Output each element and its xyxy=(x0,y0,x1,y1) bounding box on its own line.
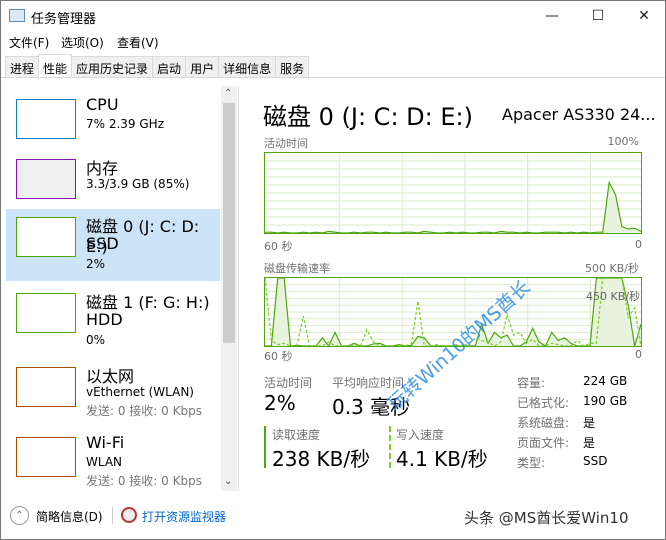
scroll-down-icon[interactable]: ⌄ xyxy=(224,476,232,487)
sidebar-item-name: 内存 xyxy=(86,159,119,178)
scroll-up-icon[interactable]: ⌃ xyxy=(224,88,232,99)
tab-users[interactable]: 用户 xyxy=(185,56,220,78)
graph2-label: 磁盘传输速率 xyxy=(264,262,330,275)
read-speed-label: 读取速度 xyxy=(272,428,321,442)
tab-processes[interactable]: 进程 xyxy=(5,56,40,78)
chevron-up-icon[interactable]: ⌃ xyxy=(10,506,29,525)
read-speed-value: 238 KB/秒 xyxy=(272,447,371,471)
sidebar-item-detail: 0% xyxy=(86,333,106,347)
write-speed-label: 写入速度 xyxy=(396,428,445,442)
property-label: 页面文件: xyxy=(517,436,570,450)
sidebar-thumbnail xyxy=(16,99,76,139)
tab-app-history[interactable]: 应用历史记录 xyxy=(71,56,154,78)
property-value: 是 xyxy=(583,416,596,430)
graph2-right-label: 0 xyxy=(635,348,642,361)
resource-monitor-icon xyxy=(121,507,137,523)
sidebar-item-detail: 发送: 0 接收: 0 Kbps xyxy=(86,474,202,488)
footer-divider xyxy=(112,507,113,524)
scroll-thumb[interactable] xyxy=(223,103,235,343)
window-title: 任务管理器 xyxy=(31,12,97,27)
sidebar-thumbnail xyxy=(16,217,76,257)
property-label: 已格式化: xyxy=(517,396,570,410)
close-button[interactable]: ✕ xyxy=(621,1,666,31)
graph1-label: 活动时间 xyxy=(264,137,308,150)
sidebar-item-detail: 发送: 0 接收: 0 Kbps xyxy=(86,404,202,418)
active-time-label: 活动时间 xyxy=(264,376,313,390)
sidebar-item[interactable]: 磁盘 1 (F: G: H:) HDD 0% xyxy=(6,285,220,357)
graph1-right-label: 0 xyxy=(635,238,642,251)
sidebar-item-sub: vEthernet (WLAN) xyxy=(86,385,194,399)
sidebar-item-sub: 7% 2.39 GHz xyxy=(86,117,165,131)
activity-graph xyxy=(264,152,642,234)
sidebar-thumbnail xyxy=(16,437,76,477)
active-time-value: 2% xyxy=(264,391,296,415)
sidebar-item-sub: WLAN xyxy=(86,455,123,469)
property-value: SSD xyxy=(583,454,608,468)
tab-services[interactable]: 服务 xyxy=(275,56,310,78)
disk-title: 磁盘 0 (J: C: D: E:) xyxy=(263,103,473,131)
sidebar-thumbnail xyxy=(16,367,76,407)
watermark-corner: 头条 @MS酋长爱Win10 xyxy=(464,509,629,527)
minimize-button[interactable]: — xyxy=(529,1,575,31)
fewer-details-button[interactable]: 简略信息(D) xyxy=(36,508,103,525)
property-label: 系统磁盘: xyxy=(517,416,570,430)
sidebar-item[interactable]: Wi-Fi WLAN 发送: 0 接收: 0 Kbps xyxy=(6,429,220,501)
tab-startup[interactable]: 启动 xyxy=(152,56,187,78)
graph1-left-label: 60 秒 xyxy=(264,240,293,253)
property-label: 容量: xyxy=(517,376,546,390)
menu-file[interactable]: 文件(F) xyxy=(9,34,49,51)
app-icon xyxy=(9,9,25,22)
sidebar-item-sub: SSD xyxy=(86,234,119,253)
sidebar-item[interactable]: 以太网 vEthernet (WLAN) 发送: 0 接收: 0 Kbps xyxy=(6,359,220,431)
menu-options[interactable]: 选项(O) xyxy=(61,34,104,51)
property-value: 190 GB xyxy=(583,394,628,408)
sidebar-item-name: Wi-Fi xyxy=(86,433,125,452)
sidebar-thumbnail xyxy=(16,159,76,199)
sidebar-item-sub: HDD xyxy=(86,310,123,329)
write-indicator xyxy=(389,426,391,468)
pane-divider xyxy=(238,86,239,491)
sidebar-thumbnail xyxy=(16,293,76,333)
sidebar-item-sub: 3.3/3.9 GB (85%) xyxy=(86,177,190,191)
property-label: 类型: xyxy=(517,456,546,470)
disk-model: Apacer AS330 24... xyxy=(502,105,656,124)
property-value: 是 xyxy=(583,436,596,450)
tab-details[interactable]: 详细信息 xyxy=(218,56,277,78)
write-speed-value: 4.1 KB/秒 xyxy=(396,447,488,471)
menu-view[interactable]: 查看(V) xyxy=(117,34,159,51)
sidebar-item-name: 以太网 xyxy=(86,367,135,386)
tab-divider xyxy=(1,77,665,78)
tab-bar: 进程 性能 应用历史记录 启动 用户 详细信息 服务 xyxy=(5,54,310,78)
sidebar-item-detail: 2% xyxy=(86,257,106,271)
maximize-button[interactable]: ☐ xyxy=(575,1,621,31)
sidebar-scrollbar[interactable]: ⌃ ⌄ xyxy=(221,86,237,491)
tab-performance[interactable]: 性能 xyxy=(38,54,73,76)
sidebar-item[interactable]: 磁盘 0 (J: C: D: E:) SSD 2% xyxy=(6,209,220,281)
sidebar-item-name: CPU xyxy=(86,95,119,114)
graph1-max: 100% xyxy=(607,135,639,148)
read-indicator xyxy=(264,426,266,468)
graph2-marker: 450 KB/秒 xyxy=(586,290,640,303)
graph2-max: 500 KB/秒 xyxy=(585,262,639,275)
property-value: 224 GB xyxy=(583,374,628,388)
graph2-left-label: 60 秒 xyxy=(264,350,293,363)
open-resource-monitor-link[interactable]: 打开资源监视器 xyxy=(142,508,226,525)
